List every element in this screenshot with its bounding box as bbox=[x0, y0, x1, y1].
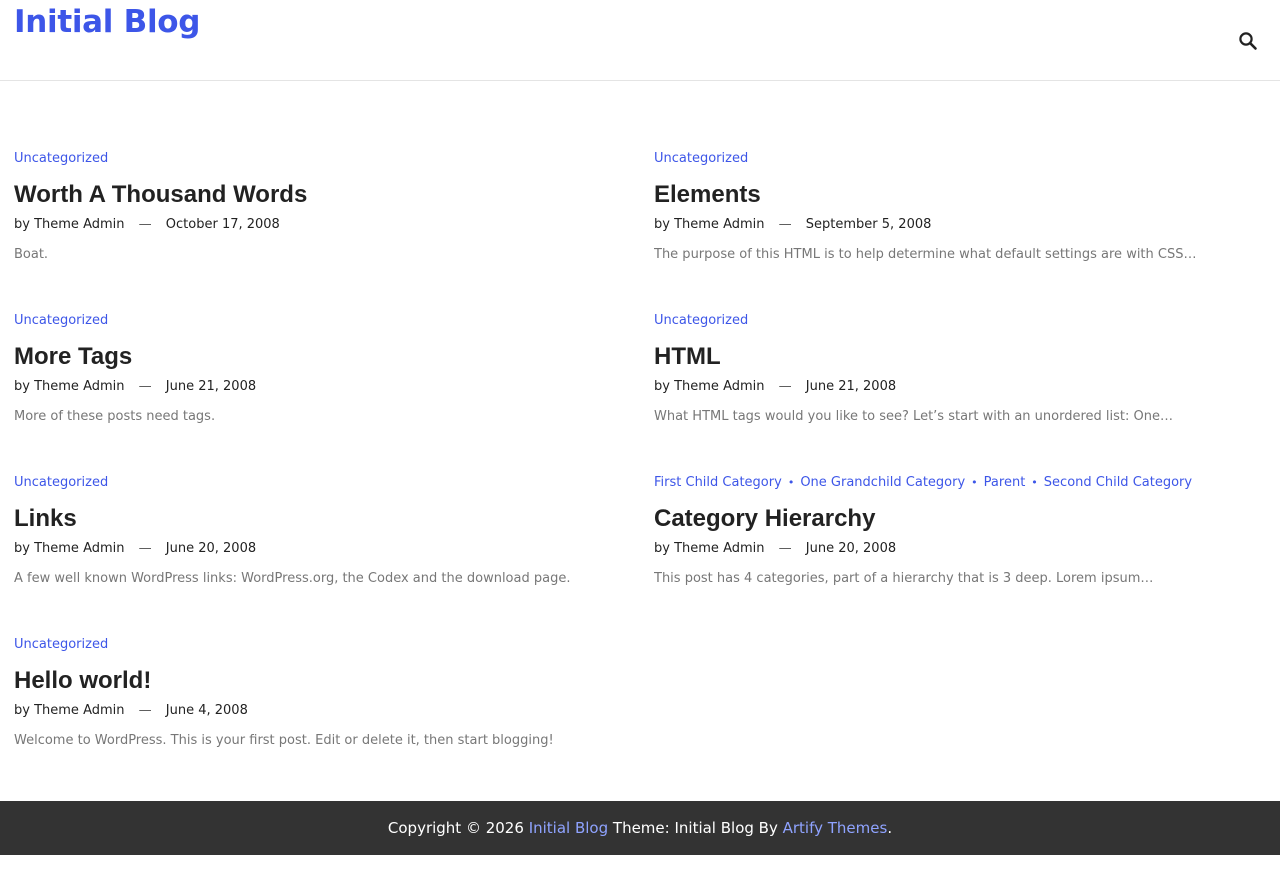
footer-site-link[interactable]: Initial Blog bbox=[529, 819, 608, 837]
post-categories: Uncategorized bbox=[14, 636, 634, 654]
site-title[interactable]: Initial Blog bbox=[14, 4, 200, 40]
post-meta: by Theme Admin — October 17, 2008 bbox=[14, 217, 634, 233]
by-label: by bbox=[14, 379, 30, 394]
post-categories: Uncategorized bbox=[14, 474, 634, 492]
by-label: by bbox=[654, 379, 670, 394]
post-meta: by Theme Admin — June 20, 2008 bbox=[14, 541, 634, 557]
post-title[interactable]: Elements bbox=[654, 181, 1274, 209]
post-meta: by Theme Admin — September 5, 2008 bbox=[654, 217, 1274, 233]
by-label: by bbox=[14, 217, 30, 232]
category-link[interactable]: Uncategorized bbox=[654, 313, 748, 328]
post-card: First Child Category • One Grandchild Cate… bbox=[654, 474, 1274, 587]
category-link[interactable]: Parent bbox=[984, 475, 1026, 490]
post-author[interactable]: Theme Admin bbox=[34, 217, 124, 232]
by-label: by bbox=[654, 217, 670, 232]
post-author[interactable]: Theme Admin bbox=[674, 379, 764, 394]
theme-credit-text: Theme: Initial Blog By bbox=[612, 819, 778, 837]
by-label: by bbox=[14, 541, 30, 556]
meta-separator: — bbox=[138, 217, 152, 232]
post-excerpt: The purpose of this HTML is to help dete… bbox=[654, 247, 1197, 262]
post-categories: Uncategorized bbox=[14, 312, 634, 330]
footer-period: . bbox=[887, 819, 893, 837]
category-link[interactable]: Second Child Category bbox=[1044, 475, 1192, 490]
category-link[interactable]: Uncategorized bbox=[654, 151, 748, 166]
post-excerpt: More of these posts need tags. bbox=[14, 409, 216, 424]
post-title[interactable]: Links bbox=[14, 505, 634, 533]
category-link[interactable]: One Grandchild Category bbox=[800, 475, 965, 490]
category-separator: • bbox=[971, 476, 978, 489]
post-author[interactable]: Theme Admin bbox=[34, 703, 124, 718]
category-link[interactable]: Uncategorized bbox=[14, 637, 108, 652]
by-label: by bbox=[14, 703, 30, 718]
post-card: Uncategorized Elements by Theme Admin — … bbox=[654, 150, 1274, 263]
by-label: by bbox=[654, 541, 670, 556]
post-meta: by Theme Admin — June 20, 2008 bbox=[654, 541, 1274, 557]
copyright-text: Copyright © 2026 bbox=[387, 819, 524, 837]
post-title[interactable]: More Tags bbox=[14, 343, 634, 371]
category-link[interactable]: First Child Category bbox=[654, 475, 782, 490]
post-categories: Uncategorized bbox=[14, 150, 634, 168]
meta-separator: — bbox=[778, 541, 792, 556]
post-excerpt: Welcome to WordPress. This is your first… bbox=[14, 733, 554, 748]
post-author[interactable]: Theme Admin bbox=[674, 541, 764, 556]
meta-separator: — bbox=[138, 703, 152, 718]
post-card: Uncategorized More Tags by Theme Admin —… bbox=[14, 312, 634, 425]
post-excerpt: A few well known WordPress links: WordPr… bbox=[14, 571, 571, 586]
post-author[interactable]: Theme Admin bbox=[34, 379, 124, 394]
post-card: Uncategorized Links by Theme Admin — Jun… bbox=[14, 474, 634, 587]
post-meta: by Theme Admin — June 4, 2008 bbox=[14, 703, 634, 719]
post-card: Uncategorized Hello world! by Theme Admi… bbox=[14, 636, 634, 749]
category-link[interactable]: Uncategorized bbox=[14, 475, 108, 490]
meta-separator: — bbox=[138, 541, 152, 556]
post-categories: First Child Category • One Grandchild Cate… bbox=[654, 474, 1274, 492]
post-date[interactable]: June 21, 2008 bbox=[806, 379, 896, 394]
meta-separator: — bbox=[778, 217, 792, 232]
post-excerpt: This post has 4 categories, part of a hi… bbox=[654, 571, 1154, 586]
post-title[interactable]: Worth A Thousand Words bbox=[14, 181, 634, 209]
post-date[interactable]: June 20, 2008 bbox=[166, 541, 256, 556]
post-author[interactable]: Theme Admin bbox=[34, 541, 124, 556]
post-title[interactable]: Hello world! bbox=[14, 667, 634, 695]
meta-separator: — bbox=[138, 379, 152, 394]
post-date[interactable]: October 17, 2008 bbox=[166, 217, 280, 232]
post-categories: Uncategorized bbox=[654, 312, 1274, 330]
site-footer: Copyright © 2026 Initial Blog Theme: Ini… bbox=[0, 801, 1280, 855]
post-title[interactable]: HTML bbox=[654, 343, 1274, 371]
post-date[interactable]: June 21, 2008 bbox=[166, 379, 256, 394]
post-author[interactable]: Theme Admin bbox=[674, 217, 764, 232]
post-excerpt: What HTML tags would you like to see? Le… bbox=[654, 409, 1173, 424]
post-title[interactable]: Category Hierarchy bbox=[654, 505, 1274, 533]
post-date[interactable]: June 20, 2008 bbox=[806, 541, 896, 556]
post-card: Uncategorized HTML by Theme Admin — June… bbox=[654, 312, 1274, 425]
search-icon[interactable] bbox=[1236, 29, 1260, 53]
post-excerpt: Boat. bbox=[14, 247, 49, 262]
post-date[interactable]: September 5, 2008 bbox=[806, 217, 932, 232]
meta-separator: — bbox=[778, 379, 792, 394]
category-separator: • bbox=[1031, 476, 1038, 489]
category-link[interactable]: Uncategorized bbox=[14, 151, 108, 166]
post-card: Uncategorized Worth A Thousand Words by … bbox=[14, 150, 634, 263]
category-link[interactable]: Uncategorized bbox=[14, 313, 108, 328]
site-header: Initial Blog bbox=[0, 0, 1280, 81]
post-meta: by Theme Admin — June 21, 2008 bbox=[654, 379, 1274, 395]
theme-author-link[interactable]: Artify Themes bbox=[783, 819, 888, 837]
category-separator: • bbox=[787, 476, 795, 489]
post-categories: Uncategorized bbox=[654, 150, 1274, 168]
post-date[interactable]: June 4, 2008 bbox=[166, 703, 248, 718]
post-meta: by Theme Admin — June 21, 2008 bbox=[14, 379, 634, 395]
